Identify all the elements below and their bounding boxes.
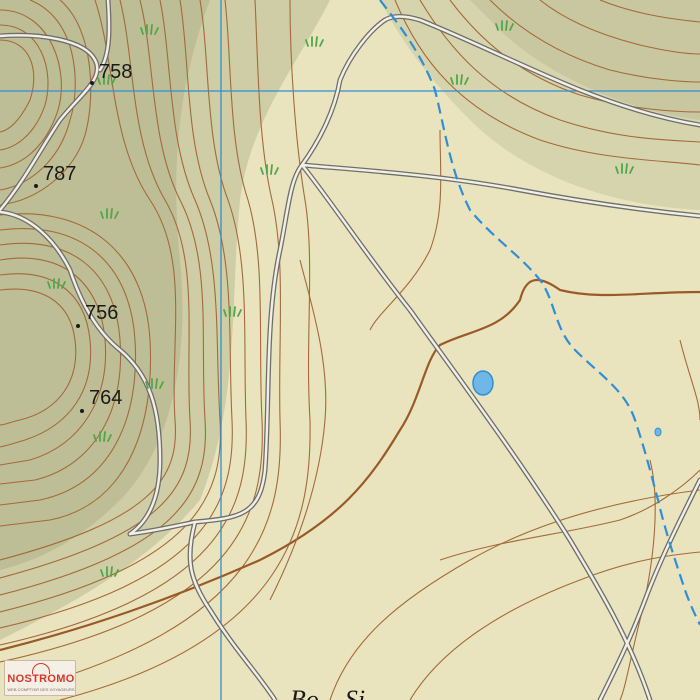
spot-height-label: 764 — [89, 387, 122, 409]
logo-tagline: WEB COMPTOIR DES VOYAGEURS — [7, 687, 75, 692]
small-pond — [654, 427, 662, 437]
nostromo-logo[interactable]: NOSTROMO WEB COMPTOIR DES VOYAGEURS — [4, 660, 76, 696]
spot-height-label: 787 — [43, 163, 76, 185]
spot-height-label: 758 — [99, 61, 132, 83]
spot-height-dot — [90, 81, 94, 85]
spot-height-label: 756 — [85, 302, 118, 324]
pond — [472, 370, 494, 396]
logo-name: NOSTROMO — [7, 673, 75, 685]
spot-height-dot — [80, 409, 84, 413]
spot-height-dot — [34, 184, 38, 188]
spot-height-dot — [76, 324, 80, 328]
topographic-map[interactable]: 758 787 756 764 Bo Si — [0, 0, 700, 700]
place-label: Bo Si — [290, 685, 365, 700]
